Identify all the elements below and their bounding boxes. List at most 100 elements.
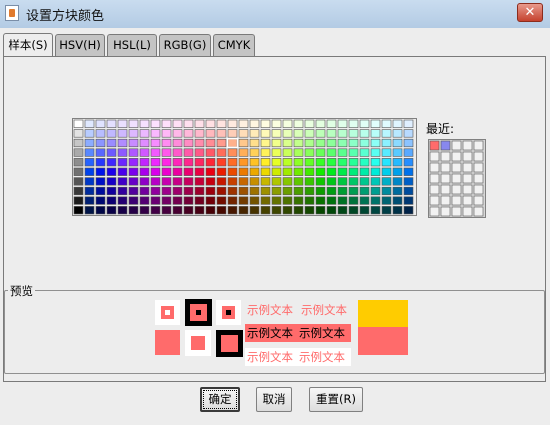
swatch-cell[interactable] xyxy=(161,177,172,186)
swatch-cell[interactable] xyxy=(271,167,282,176)
swatch-cell[interactable] xyxy=(205,129,216,138)
swatch-cell[interactable] xyxy=(172,196,183,205)
swatch-cell[interactable] xyxy=(73,196,84,205)
swatch-cell[interactable] xyxy=(106,206,117,215)
swatch-cell[interactable] xyxy=(227,206,238,215)
recent-swatch-cell[interactable] xyxy=(440,151,451,162)
swatch-cell[interactable] xyxy=(128,196,139,205)
swatch-cell[interactable] xyxy=(194,138,205,148)
swatch-cell[interactable] xyxy=(128,129,139,138)
recent-swatch-cell[interactable] xyxy=(429,195,440,206)
swatch-cell[interactable] xyxy=(392,206,403,215)
swatch-cell[interactable] xyxy=(117,196,128,205)
swatch-cell[interactable] xyxy=(315,186,326,196)
swatch-cell[interactable] xyxy=(359,138,370,148)
swatch-cell[interactable] xyxy=(139,158,150,167)
swatch-cell[interactable] xyxy=(183,158,194,167)
swatch-cell[interactable] xyxy=(117,186,128,196)
swatch-cell[interactable] xyxy=(117,129,128,138)
swatch-cell[interactable] xyxy=(117,148,128,157)
swatch-cell[interactable] xyxy=(238,158,249,167)
swatch-cell[interactable] xyxy=(205,158,216,167)
swatch-cell[interactable] xyxy=(348,167,359,176)
recent-swatch-cell[interactable] xyxy=(462,140,473,151)
swatch-cell[interactable] xyxy=(161,186,172,196)
swatch-cell[interactable] xyxy=(304,148,315,157)
swatch-cell[interactable] xyxy=(326,206,337,215)
swatch-cell[interactable] xyxy=(403,206,414,215)
recent-swatch-cell[interactable] xyxy=(440,206,451,217)
swatch-cell[interactable] xyxy=(161,158,172,167)
recent-swatch-cell[interactable] xyxy=(451,162,462,173)
swatch-cell[interactable] xyxy=(106,186,117,196)
swatch-cell[interactable] xyxy=(370,148,381,157)
swatch-cell[interactable] xyxy=(304,196,315,205)
swatch-cell[interactable] xyxy=(128,167,139,176)
tab-rgb[interactable]: RGB(G) xyxy=(159,34,211,56)
swatch-cell[interactable] xyxy=(73,158,84,167)
swatch-cell[interactable] xyxy=(271,186,282,196)
swatch-cell[interactable] xyxy=(238,138,249,148)
swatch-cell[interactable] xyxy=(150,186,161,196)
swatch-cell[interactable] xyxy=(238,167,249,176)
tab-cmyk[interactable]: CMYK xyxy=(213,34,255,56)
swatch-cell[interactable] xyxy=(238,186,249,196)
swatch-cell[interactable] xyxy=(128,138,139,148)
swatch-cell[interactable] xyxy=(282,206,293,215)
recent-swatch-cell[interactable] xyxy=(473,162,484,173)
swatch-cell[interactable] xyxy=(392,138,403,148)
swatch-cell[interactable] xyxy=(282,196,293,205)
swatch-cell[interactable] xyxy=(392,158,403,167)
recent-swatch-cell[interactable] xyxy=(473,140,484,151)
swatch-cell[interactable] xyxy=(216,119,227,128)
swatch-cell[interactable] xyxy=(381,119,392,128)
swatch-cell[interactable] xyxy=(260,129,271,138)
swatch-cell[interactable] xyxy=(205,206,216,215)
recent-swatch-cell[interactable] xyxy=(440,173,451,184)
swatch-cell[interactable] xyxy=(95,148,106,157)
swatch-cell[interactable] xyxy=(161,119,172,128)
swatch-cell[interactable] xyxy=(260,167,271,176)
swatch-cell[interactable] xyxy=(403,138,414,148)
recent-swatch-cell[interactable] xyxy=(440,140,451,151)
swatch-cell[interactable] xyxy=(337,119,348,128)
swatch-cell[interactable] xyxy=(282,119,293,128)
swatch-cell[interactable] xyxy=(326,186,337,196)
swatch-cell[interactable] xyxy=(84,206,95,215)
recent-swatch-cell[interactable] xyxy=(440,195,451,206)
swatch-cell[interactable] xyxy=(128,177,139,186)
swatch-cell[interactable] xyxy=(205,119,216,128)
swatch-cell[interactable] xyxy=(172,158,183,167)
swatch-cell[interactable] xyxy=(293,148,304,157)
swatch-cell[interactable] xyxy=(84,177,95,186)
swatch-cell[interactable] xyxy=(249,148,260,157)
swatch-cell[interactable] xyxy=(348,206,359,215)
swatch-cell[interactable] xyxy=(238,177,249,186)
swatch-cell[interactable] xyxy=(172,177,183,186)
swatch-cell[interactable] xyxy=(359,186,370,196)
swatch-cell[interactable] xyxy=(370,186,381,196)
swatch-cell[interactable] xyxy=(304,158,315,167)
swatch-cell[interactable] xyxy=(73,186,84,196)
swatch-cell[interactable] xyxy=(150,206,161,215)
swatch-cell[interactable] xyxy=(84,148,95,157)
swatch-cell[interactable] xyxy=(315,148,326,157)
swatch-cell[interactable] xyxy=(403,129,414,138)
swatch-cell[interactable] xyxy=(194,148,205,157)
swatch-cell[interactable] xyxy=(128,158,139,167)
recent-swatch-cell[interactable] xyxy=(440,162,451,173)
swatch-cell[interactable] xyxy=(139,167,150,176)
swatch-cell[interactable] xyxy=(106,177,117,186)
swatch-cell[interactable] xyxy=(337,206,348,215)
swatch-cell[interactable] xyxy=(128,206,139,215)
swatch-cell[interactable] xyxy=(260,177,271,186)
swatch-cell[interactable] xyxy=(381,177,392,186)
swatch-cell[interactable] xyxy=(326,177,337,186)
recent-swatch-cell[interactable] xyxy=(462,162,473,173)
swatch-cell[interactable] xyxy=(271,129,282,138)
swatch-cell[interactable] xyxy=(106,138,117,148)
swatch-cell[interactable] xyxy=(293,196,304,205)
swatch-cell[interactable] xyxy=(95,158,106,167)
swatch-cell[interactable] xyxy=(260,206,271,215)
swatch-cell[interactable] xyxy=(106,196,117,205)
